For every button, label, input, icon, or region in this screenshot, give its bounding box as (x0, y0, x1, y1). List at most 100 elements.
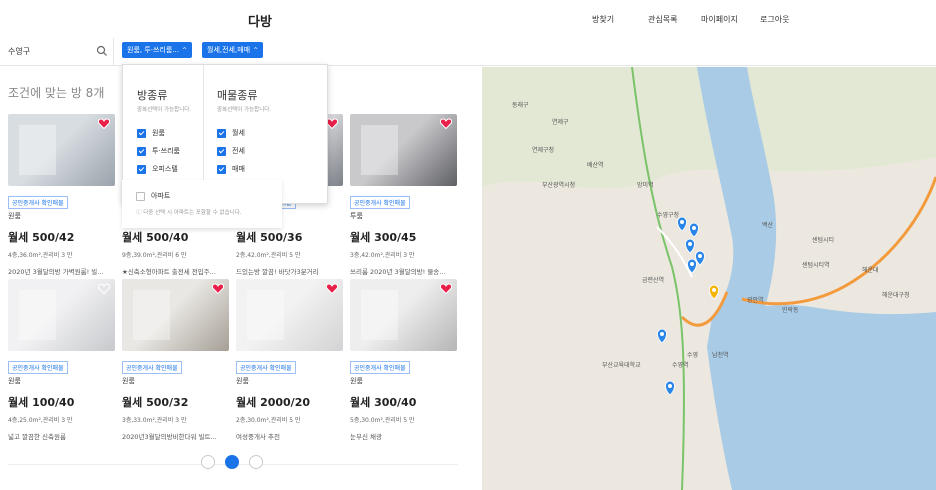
room-price: 월세 100/40 (8, 396, 75, 409)
heart-icon[interactable] (98, 118, 110, 129)
checkbox-checked-icon[interactable] (137, 128, 146, 138)
site-logo[interactable]: 다방 (248, 11, 272, 30)
map-label: 연제구 (552, 118, 569, 126)
deal-type-filter-button[interactable]: 월세,전세,매매 ^ (202, 42, 264, 58)
verified-badge: 공인중개사 확인매물 (236, 361, 296, 374)
room-option-tworoom[interactable]: 투·쓰리룸 (137, 146, 180, 156)
room-photo-window (360, 289, 399, 341)
map-label: 센텀시티 (812, 236, 834, 244)
room-meta: 5층,30.0m²,관리비 5 만 (350, 417, 415, 424)
verified-badge: 공인중개사 확인매물 (350, 196, 410, 209)
room-photo[interactable] (8, 279, 115, 351)
map-label: 연제구청 (532, 146, 554, 154)
page-button-1[interactable] (201, 455, 215, 469)
deal-option-monthly[interactable]: 월세 (217, 128, 245, 138)
filter-bar: 수영구 원룸, 투·쓰리룸... ^ 월세,전세,매매 ^ (0, 38, 936, 66)
heart-icon[interactable] (98, 283, 110, 294)
room-type-subtitle: 중복선택이 가능합니다. (137, 107, 192, 113)
checkbox-checked-icon[interactable] (137, 164, 146, 174)
room-option-oneroom[interactable]: 원룸 (137, 128, 165, 138)
checkbox-checked-icon[interactable] (217, 128, 226, 138)
option-label: 월세 (232, 129, 245, 137)
map-view[interactable]: 연제구 연제구청 수영구청 수영역 수영 백산 센텀시티 민락동 광안역 해운대 센텀시티역 해운대구… (482, 67, 936, 490)
deal-option-jeonse[interactable]: 전세 (217, 146, 245, 156)
map-label: 광안역 (747, 296, 764, 304)
room-price: 월세 500/36 (236, 231, 303, 244)
room-photo[interactable] (8, 114, 115, 186)
room-photo[interactable] (122, 279, 229, 351)
room-price: 월세 2000/20 (236, 396, 311, 409)
room-photo-window (132, 289, 171, 341)
room-description: 드있는방 깔끔! 바닷가3분거리 (236, 268, 319, 276)
apartment-note-text: 다중 선택 시 아파트는 포함할 수 없습니다. (143, 210, 242, 216)
option-label: 원룸 (152, 129, 165, 137)
verified-badge: 공인중개사 확인매물 (350, 361, 410, 374)
nav-find-room[interactable]: 방찾기 (592, 14, 614, 25)
chevron-up-icon: ^ (253, 47, 259, 54)
result-count-title: 조건에 맞는 방 8개 (8, 86, 105, 100)
room-description: 눈부신 채광 (350, 433, 382, 441)
map-label: 수영구청 (657, 211, 679, 219)
search-box[interactable]: 수영구 (0, 38, 114, 66)
map-label: 남천역 (712, 351, 729, 359)
heart-icon[interactable] (326, 283, 338, 294)
nav-logout[interactable]: 로그아웃 (760, 14, 789, 25)
room-description: 2020년3월달의방비한다워 빌트... (122, 433, 217, 441)
room-photo-window (360, 124, 399, 176)
room-photo-window (18, 289, 57, 341)
room-type: 원룸 (8, 212, 21, 220)
map-label: 부산광역시청 (542, 181, 575, 189)
map-label: 배산역 (587, 161, 604, 169)
map-label: 수영 (687, 351, 698, 359)
checkbox-checked-icon[interactable] (217, 164, 226, 174)
room-price: 월세 300/45 (350, 231, 417, 244)
map-label: 센텀시티역 (802, 261, 830, 269)
map-canvas[interactable]: 연제구연제구청수영구청수영역 수영 백산센텀시티민락동 광안역 해운대 센텀시티역해운대구… (482, 67, 936, 490)
deal-option-sale[interactable]: 매매 (217, 164, 245, 174)
chevron-up-icon: ^ (182, 47, 188, 54)
nav-mypage[interactable]: 마이페이지 (701, 14, 738, 25)
room-photo[interactable] (236, 279, 343, 351)
room-option-officetel[interactable]: 오피스텔 (137, 164, 178, 174)
room-meta: 3층,42.0m²,관리비 3 만 (350, 252, 415, 259)
search-icon[interactable] (96, 45, 108, 57)
room-price: 월세 500/40 (122, 231, 189, 244)
nav-favorites[interactable]: 관심목록 (648, 14, 677, 25)
deal-type-subtitle: 중복선택이 가능합니다. (217, 107, 272, 113)
map-label: 동래구 (512, 101, 529, 109)
deal-type-title: 매물종류 (217, 89, 258, 102)
room-type: 원룸 (236, 377, 249, 385)
room-photo-window (246, 289, 285, 341)
room-description: ★신축소형아파트 출전세 전입주... (122, 268, 216, 276)
sea-bay (707, 305, 936, 490)
room-option-apartment[interactable]: 아파트 (136, 191, 170, 201)
deal-type-filter-label: 월세,전세,매매 (207, 46, 251, 54)
page-button-3[interactable] (249, 455, 263, 469)
checkbox-checked-icon[interactable] (137, 146, 146, 156)
page-button-2[interactable] (225, 455, 239, 469)
checkbox-unchecked-icon[interactable] (136, 191, 145, 201)
option-label: 매매 (232, 165, 245, 173)
room-type-filter-button[interactable]: 원룸, 투·쓰리룸... ^ (122, 42, 193, 58)
room-photo[interactable] (350, 279, 457, 351)
heart-icon[interactable] (212, 283, 224, 294)
map-label: 백산 (762, 221, 774, 229)
heart-icon[interactable] (440, 118, 452, 129)
map-label: 수영역 (672, 361, 689, 369)
verified-badge: 공인중개사 확인매물 (122, 361, 182, 374)
map-label: 부산교육대학교 (602, 361, 641, 369)
room-meta: 4층,36.0m²,관리비 3 만 (8, 252, 73, 259)
option-label: 전세 (232, 147, 245, 155)
room-meta: 3층,33.0m²,관리비 3 만 (122, 417, 187, 424)
search-input[interactable]: 수영구 (8, 46, 30, 57)
map-label: 민락동 (782, 306, 799, 314)
room-meta: 2층,42.0m²,관리비 5 만 (236, 252, 301, 259)
room-photo[interactable] (350, 114, 457, 186)
map-label: 금련산역 (642, 276, 664, 284)
map-label: 해운대 (862, 266, 879, 274)
option-label: 아파트 (151, 192, 171, 200)
room-description: 여성중개사 추천 (236, 433, 280, 441)
heart-icon[interactable] (440, 283, 452, 294)
apartment-note: ⓘ 다중 선택 시 아파트는 포함할 수 없습니다. (136, 208, 242, 216)
checkbox-checked-icon[interactable] (217, 146, 226, 156)
